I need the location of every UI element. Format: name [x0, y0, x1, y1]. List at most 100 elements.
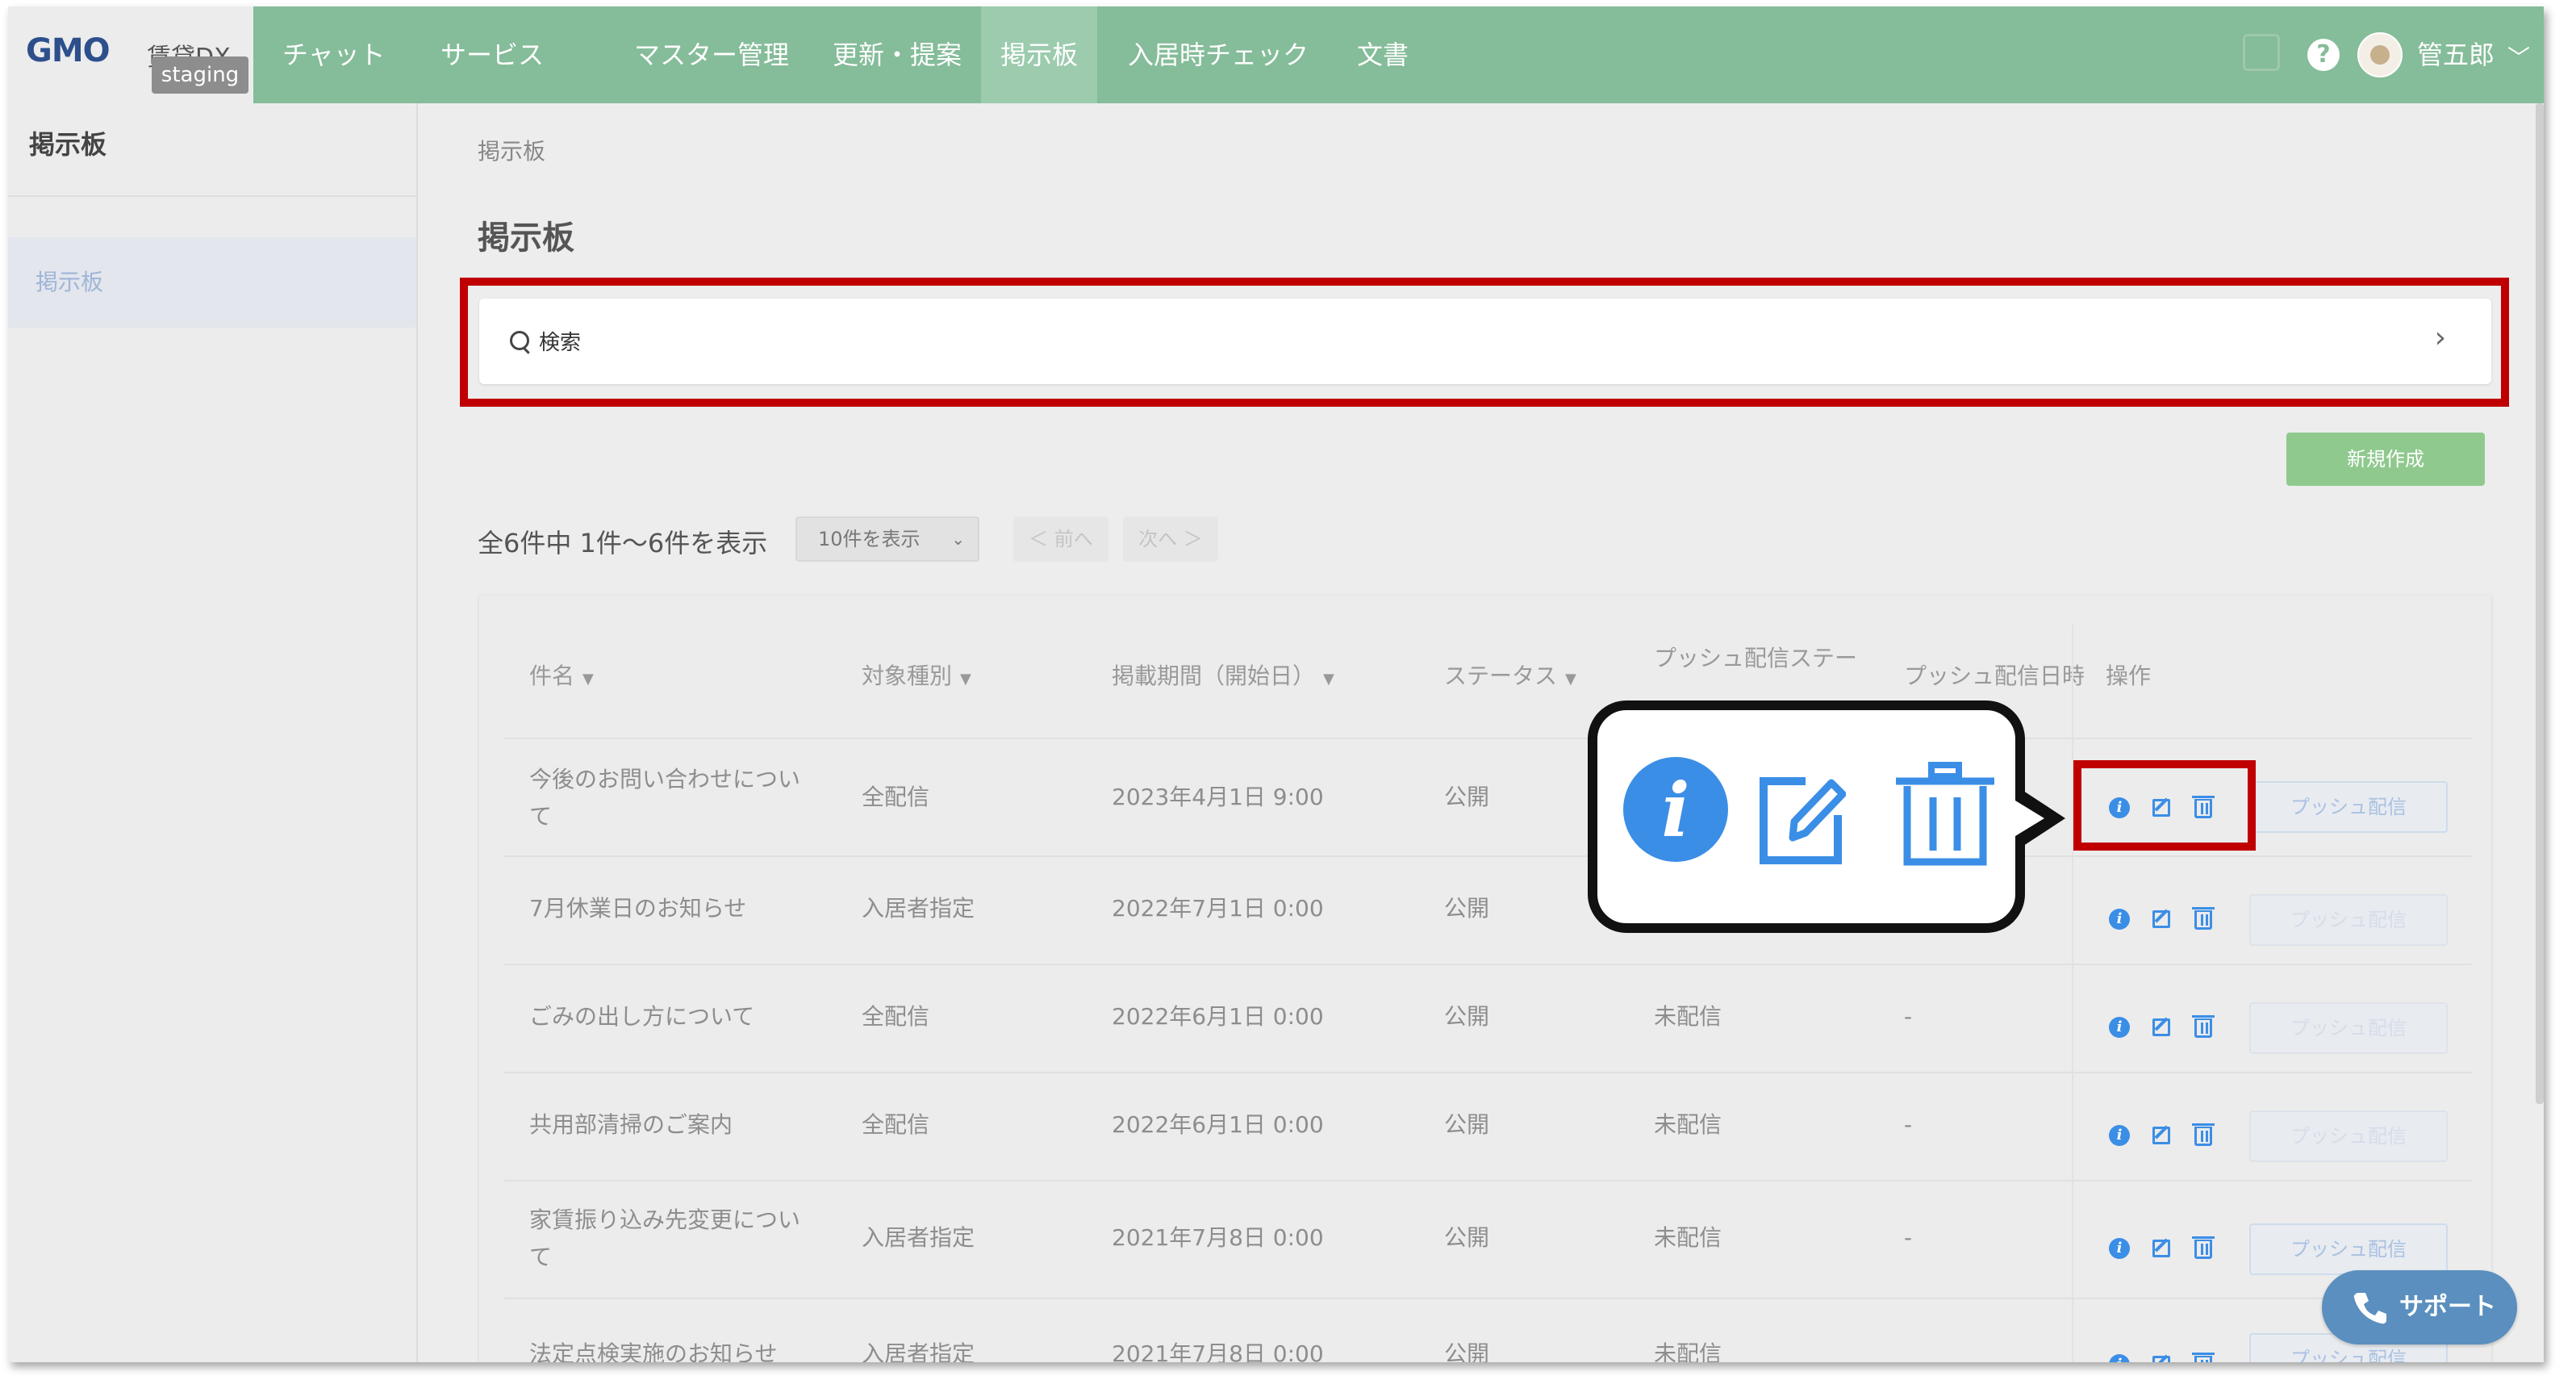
- sidebar: 掲示板 掲示板: [8, 103, 418, 1362]
- nav-service[interactable]: サービス: [421, 6, 563, 103]
- row-status: 公開: [1444, 784, 1490, 810]
- nav-documents[interactable]: 文書: [1338, 6, 1428, 103]
- sidebar-title: 掲示板: [29, 129, 107, 160]
- divider: [503, 1298, 2472, 1299]
- row-push-date: -: [1904, 1003, 1913, 1030]
- row-title[interactable]: 今後のお問い合わせについ: [529, 762, 800, 797]
- breadcrumb[interactable]: 掲示板: [478, 134, 545, 166]
- new-post-button[interactable]: 新規作成: [2286, 433, 2485, 486]
- row-start-date: 2021年7月8日 0:00: [1112, 1340, 1324, 1362]
- help-icon[interactable]: ?: [2307, 39, 2340, 71]
- row-status: 公開: [1444, 1340, 1490, 1362]
- user-avatar[interactable]: [2357, 32, 2403, 77]
- row-start-date: 2022年6月1日 0:00: [1112, 1003, 1324, 1030]
- edit-icon[interactable]: [2152, 1127, 2170, 1144]
- row-push-status: 未配信: [1654, 1224, 1722, 1251]
- row-title[interactable]: 家賃振り込み先変更につい: [529, 1202, 800, 1238]
- edit-icon[interactable]: [2152, 910, 2170, 928]
- callout-tail-inner: [2015, 801, 2044, 836]
- trash-icon: [1896, 762, 1994, 866]
- divider: [8, 195, 416, 197]
- logo-area[interactable]: GMO 賃貸DX staging: [8, 6, 253, 103]
- push-button[interactable]: プッシュ配信: [2249, 1002, 2448, 1054]
- nav-bulletin[interactable]: 掲示板: [981, 6, 1098, 103]
- page-title: 掲示板: [478, 220, 574, 257]
- trash-icon[interactable]: [2192, 907, 2215, 930]
- row-title[interactable]: ごみの出し方について: [529, 999, 754, 1035]
- push-button[interactable]: プッシュ配信: [2249, 1110, 2448, 1162]
- column-header-title[interactable]: 件名 ▼: [529, 659, 594, 691]
- edit-icon: [1760, 777, 1846, 864]
- column-header-push-date[interactable]: プッシュ配信日時: [1904, 659, 2085, 691]
- info-icon[interactable]: i: [2109, 1017, 2130, 1038]
- chevron-down-icon[interactable]: ﹀: [2507, 40, 2530, 73]
- info-icon[interactable]: i: [2109, 1125, 2130, 1146]
- row-push-status: 未配信: [1654, 1340, 1722, 1362]
- edit-icon[interactable]: [2152, 1240, 2170, 1257]
- per-page-value: 10件を表示: [818, 528, 921, 550]
- prev-page-button[interactable]: ＜ 前へ: [1013, 516, 1108, 562]
- info-icon[interactable]: i: [2109, 1238, 2130, 1259]
- trash-icon[interactable]: [2192, 1236, 2215, 1259]
- sort-icon[interactable]: ▼: [1565, 671, 1576, 688]
- row-title-cont[interactable]: て: [529, 1240, 552, 1275]
- app-window: GMO 賃貸DX staging チャット サービス マスター管理 更新・提案 …: [8, 6, 2544, 1362]
- row-title[interactable]: 7月休業日のお知らせ: [529, 891, 746, 926]
- row-push-status: 未配信: [1654, 1003, 1722, 1030]
- push-button[interactable]: プッシュ配信: [2249, 894, 2448, 946]
- sort-icon[interactable]: ▼: [1323, 671, 1334, 688]
- divider: [503, 738, 2472, 739]
- trash-icon[interactable]: [2192, 1015, 2215, 1038]
- nav-master[interactable]: マスター管理: [615, 6, 808, 103]
- scrollbar[interactable]: [2536, 103, 2544, 1104]
- nav-move-in-check[interactable]: 入居時チェック: [1108, 6, 1328, 103]
- info-icon: i: [1623, 757, 1728, 862]
- nav-renewal[interactable]: 更新・提案: [813, 6, 981, 103]
- divider: [503, 1180, 2472, 1181]
- divider: [503, 1072, 2472, 1073]
- row-push-date: -: [1904, 1224, 1913, 1251]
- column-header-start-date[interactable]: 掲載期間（開始日） ▼: [1112, 659, 1334, 691]
- row-title[interactable]: 法定点検実施のお知らせ: [529, 1336, 777, 1362]
- row-status: 公開: [1444, 1224, 1490, 1251]
- row-target: 全配信: [862, 1111, 930, 1138]
- trash-icon[interactable]: [2192, 1123, 2215, 1146]
- nav-chat[interactable]: チャット: [263, 6, 405, 103]
- row-target: 入居者指定: [862, 895, 975, 922]
- info-icon[interactable]: i: [2109, 1354, 2130, 1362]
- edit-icon[interactable]: [2152, 1356, 2170, 1362]
- divider: [503, 964, 2472, 965]
- translate-icon[interactable]: [2243, 34, 2280, 71]
- sort-icon[interactable]: ▼: [960, 671, 971, 688]
- row-target: 全配信: [862, 784, 930, 810]
- row-start-date: 2022年7月1日 0:00: [1112, 895, 1324, 922]
- trash-icon[interactable]: [2192, 1353, 2215, 1362]
- push-button[interactable]: プッシュ配信: [2249, 1223, 2448, 1275]
- support-button[interactable]: サポート: [2322, 1270, 2517, 1344]
- row-title[interactable]: 共用部清掃のご案内: [529, 1107, 733, 1143]
- sidebar-item-bulletin[interactable]: 掲示板: [8, 237, 416, 328]
- highlight-search-box: [460, 278, 2509, 407]
- row-title-cont[interactable]: て: [529, 799, 552, 834]
- sort-icon[interactable]: ▼: [582, 671, 594, 688]
- per-page-select[interactable]: 10件を表示 ⌄: [795, 516, 979, 562]
- edit-icon[interactable]: [2152, 1018, 2170, 1036]
- row-push-date: -: [1904, 1111, 1913, 1138]
- row-status: 公開: [1444, 895, 1490, 922]
- support-label: サポート: [2399, 1293, 2496, 1321]
- column-header-target[interactable]: 対象種別 ▼: [862, 659, 971, 691]
- row-status: 公開: [1444, 1003, 1490, 1030]
- column-header-push-status[interactable]: プッシュ配信ステー: [1654, 641, 1857, 673]
- row-push-status: 未配信: [1654, 1111, 1722, 1138]
- column-header-actions: 操作: [2106, 663, 2152, 689]
- column-header-status[interactable]: ステータス ▼: [1444, 659, 1576, 691]
- bulletin-table: 件名 ▼ 対象種別 ▼ 掲載期間（開始日） ▼ ステータス ▼ プッシュ配信ステー プッ…: [479, 596, 2491, 1362]
- user-name[interactable]: 管五郎: [2417, 6, 2495, 103]
- top-navbar: GMO 賃貸DX staging チャット サービス マスター管理 更新・提案 …: [8, 6, 2544, 103]
- info-icon[interactable]: i: [2109, 909, 2130, 930]
- row-status: 公開: [1444, 1111, 1490, 1138]
- env-badge: staging: [152, 56, 248, 94]
- next-page-button[interactable]: 次へ ＞: [1123, 516, 1218, 562]
- push-button[interactable]: プッシュ配信: [2249, 781, 2448, 833]
- caret-down-icon: ⌄: [951, 529, 965, 549]
